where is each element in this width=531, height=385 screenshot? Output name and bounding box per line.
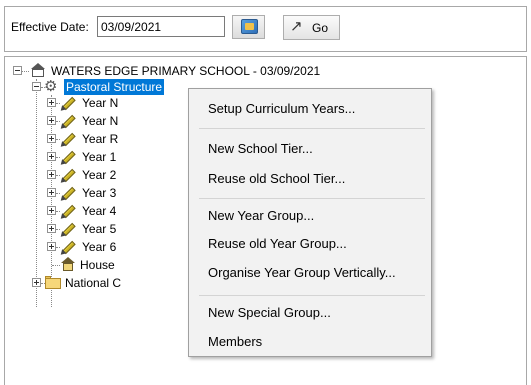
- expand-icon[interactable]: [32, 278, 41, 287]
- menu-item-reuse-year-group[interactable]: Reuse old Year Group...: [191, 233, 429, 255]
- menu-item-reuse-school-tier[interactable]: Reuse old School Tier...: [191, 168, 429, 190]
- collapse-icon[interactable]: [32, 82, 41, 91]
- tree-node-year[interactable]: Year R: [43, 131, 193, 149]
- house-icon: [60, 257, 76, 272]
- calendar-button[interactable]: [232, 15, 265, 39]
- tree-node-year[interactable]: Year 2: [43, 167, 193, 185]
- context-menu: Setup Curriculum Years... New School Tie…: [188, 88, 432, 357]
- pencil-icon: [58, 113, 76, 131]
- menu-item-setup-curriculum-years[interactable]: Setup Curriculum Years...: [191, 98, 429, 120]
- menu-item-new-special-group[interactable]: New Special Group...: [191, 302, 429, 324]
- collapse-icon[interactable]: [13, 66, 22, 75]
- expand-icon[interactable]: [47, 134, 56, 143]
- tree-node-year[interactable]: Year 4: [43, 203, 193, 221]
- pencil-icon: [58, 203, 76, 221]
- tree-node-root[interactable]: WATERS EDGE PRIMARY SCHOOL - 03/09/2021: [13, 63, 413, 79]
- year-label: Year N: [82, 96, 119, 110]
- menu-separator: [199, 295, 425, 296]
- year-label: Year 4: [82, 204, 117, 218]
- structure-gear-icon: ⚙: [44, 78, 58, 95]
- expand-icon[interactable]: [47, 206, 56, 215]
- year-label: Year R: [82, 132, 119, 146]
- tree-guide-line: [52, 265, 60, 266]
- tree-guide-line: [36, 79, 37, 307]
- menu-item-organise-vertically[interactable]: Organise Year Group Vertically...: [191, 262, 429, 284]
- expand-icon[interactable]: [47, 116, 56, 125]
- pencil-icon: [58, 167, 76, 185]
- pencil-icon: [58, 131, 76, 149]
- expand-icon[interactable]: [47, 152, 56, 161]
- tree-node-year[interactable]: Year N: [43, 113, 193, 131]
- year-label: Year N: [82, 114, 119, 128]
- effective-date-input[interactable]: [97, 16, 225, 37]
- expand-icon[interactable]: [47, 188, 56, 197]
- pencil-icon: [58, 149, 76, 167]
- tree-node-house[interactable]: House: [43, 257, 193, 273]
- year-label: Year 6: [82, 240, 117, 254]
- pencil-icon: [58, 239, 76, 257]
- year-label: Year 5: [82, 222, 117, 236]
- tree-guide-line: [22, 71, 29, 72]
- pastoral-structure-label: Pastoral Structure: [64, 79, 165, 95]
- expand-icon[interactable]: [47, 242, 56, 251]
- house-label: House: [80, 258, 115, 272]
- pencil-icon: [58, 221, 76, 239]
- tree-node-year[interactable]: Year 3: [43, 185, 193, 203]
- national-label: National C: [65, 276, 122, 290]
- menu-item-new-school-tier[interactable]: New School Tier...: [191, 138, 429, 160]
- pencil-icon: [58, 185, 76, 203]
- tree-root-label: WATERS EDGE PRIMARY SCHOOL - 03/09/2021: [51, 64, 321, 78]
- expand-icon[interactable]: [47, 170, 56, 179]
- go-arrow-icon: ↗: [290, 18, 303, 35]
- tree-node-year[interactable]: Year 1: [43, 149, 193, 167]
- expand-icon[interactable]: [47, 98, 56, 107]
- menu-separator: [199, 198, 425, 199]
- expand-icon[interactable]: [47, 224, 56, 233]
- menu-separator: [199, 128, 425, 129]
- tree-node-national[interactable]: National C: [28, 275, 188, 291]
- menu-item-new-year-group[interactable]: New Year Group...: [191, 205, 429, 227]
- tree-node-year[interactable]: Year N: [43, 95, 193, 113]
- year-label: Year 2: [82, 168, 117, 182]
- effective-date-toolbar: Effective Date: ↗ Go: [4, 6, 527, 52]
- pencil-icon: [58, 95, 76, 113]
- effective-date-label: Effective Date:: [11, 20, 89, 34]
- tree-node-year[interactable]: Year 5: [43, 221, 193, 239]
- year-label: Year 3: [82, 186, 117, 200]
- go-button-label: Go: [312, 21, 329, 35]
- calendar-icon: [241, 19, 258, 34]
- go-button[interactable]: ↗ Go: [283, 15, 340, 40]
- school-icon: [29, 63, 47, 78]
- tree-node-year[interactable]: Year 6: [43, 239, 193, 257]
- folder-icon: [45, 276, 61, 289]
- menu-item-members[interactable]: Members: [191, 331, 429, 353]
- year-label: Year 1: [82, 150, 117, 164]
